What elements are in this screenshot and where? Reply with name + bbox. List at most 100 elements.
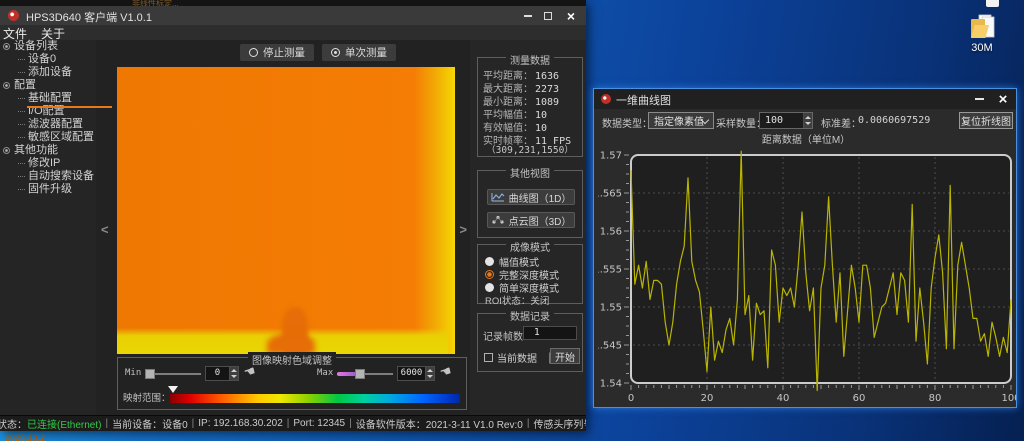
tree-item-modify-ip[interactable]: 修改IP bbox=[0, 157, 96, 170]
minimize-icon bbox=[975, 98, 984, 100]
single-measure-button[interactable]: 单次测量 bbox=[322, 44, 396, 61]
svg-text:1.55: 1.55 bbox=[600, 303, 622, 314]
status-ip: IP: 192.168.30.202 bbox=[198, 418, 283, 429]
max-hand-icon[interactable]: ☚ bbox=[438, 363, 454, 382]
tree-line bbox=[18, 189, 25, 190]
curve-view-label: 曲线图（1D） bbox=[509, 190, 572, 205]
folder-icon bbox=[966, 14, 998, 41]
max-value: 6000 bbox=[398, 367, 425, 380]
tree-item-firmware-upgrade[interactable]: 固件升级 bbox=[0, 183, 96, 196]
menu-bar: 文件 关于 bbox=[0, 25, 586, 40]
tree-item-label: 其他功能 bbox=[14, 144, 58, 157]
curve-view-button[interactable]: 曲线图（1D） bbox=[487, 189, 575, 205]
min-slider-handle[interactable] bbox=[145, 369, 155, 379]
svg-text:40: 40 bbox=[777, 393, 790, 404]
status-separator: | bbox=[192, 418, 195, 429]
roi-status: ROI状态：关闭 bbox=[485, 293, 549, 307]
point-cloud-button[interactable]: 点云图（3D） bbox=[487, 212, 575, 228]
svg-text:1.54: 1.54 bbox=[600, 379, 622, 390]
desktop-icon-30m[interactable]: 30M bbox=[958, 14, 1006, 54]
svg-text:1.56: 1.56 bbox=[600, 227, 622, 238]
tree-expand-icon[interactable] bbox=[3, 43, 10, 50]
tree-item-config[interactable]: 配置 bbox=[0, 79, 96, 92]
colormap-title: 图像映射色域调整 bbox=[248, 352, 336, 367]
tree-item-other-functions[interactable]: 其他功能 bbox=[0, 144, 96, 157]
min-value-spinbox[interactable]: 0 bbox=[205, 366, 239, 381]
imaging-mode-groupbox: 成像模式 幅值模式 完整深度模式 简单深度模式 ROI状态：关闭 bbox=[477, 244, 583, 304]
sample-count-spinbox[interactable]: 100 bbox=[759, 112, 813, 129]
colormap-marker[interactable] bbox=[168, 386, 178, 393]
curve-close-button[interactable]: × bbox=[994, 91, 1012, 107]
curve-window-titlebar[interactable]: 一维曲线图 × bbox=[594, 89, 1016, 109]
status-separator: | bbox=[287, 418, 290, 429]
svg-text:0: 0 bbox=[628, 393, 634, 404]
tree-item-filter-config[interactable]: 滤波器配置 bbox=[0, 118, 96, 131]
tree-line bbox=[18, 163, 25, 164]
max-label: Max bbox=[317, 368, 333, 378]
svg-text:1.565: 1.565 bbox=[598, 189, 622, 200]
prev-view-arrow[interactable]: < bbox=[101, 222, 109, 237]
measure-rows: 平均距离： 1636 最大距离： 2273 最小距离： 1089 平均幅值： 1… bbox=[483, 70, 580, 148]
tree-item-basic-config[interactable]: 基础配置 bbox=[0, 92, 96, 105]
data-type-label: 数据类型： bbox=[602, 115, 652, 130]
sample-spin-arrows[interactable] bbox=[803, 113, 812, 128]
tree-item-auto-search[interactable]: 自动搜索设备 bbox=[0, 170, 96, 183]
next-view-arrow[interactable]: > bbox=[459, 222, 467, 237]
max-spin-arrows[interactable] bbox=[425, 367, 434, 380]
start-record-button[interactable]: 开始 bbox=[550, 348, 580, 364]
tree-item-roi-config[interactable]: 敏感区域配置 bbox=[0, 131, 96, 144]
app-titlebar[interactable]: HPS3D640 客户端 V1.0.1 × bbox=[0, 6, 586, 25]
max-value-spinbox[interactable]: 6000 bbox=[397, 366, 435, 381]
tree-expand-icon[interactable] bbox=[3, 147, 10, 154]
current-data-checkbox[interactable] bbox=[484, 353, 493, 362]
max-slider-handle[interactable] bbox=[355, 369, 365, 379]
tree-item-label: 敏感区域配置 bbox=[28, 131, 94, 144]
app-title: HPS3D640 客户端 V1.0.1 bbox=[26, 9, 152, 25]
status-separator: | bbox=[527, 418, 530, 429]
status-current-device: 当前设备：设备0 bbox=[112, 416, 188, 431]
tree-item-device-list[interactable]: 设备列表 bbox=[0, 40, 96, 53]
tree-item-add-device[interactable]: 添加设备 bbox=[0, 66, 96, 79]
tree-item-device-0[interactable]: 设备0 bbox=[0, 53, 96, 66]
tree-line bbox=[18, 98, 25, 99]
min-label: Min bbox=[125, 368, 141, 378]
status-separator: | bbox=[105, 418, 108, 429]
curve-minimize-button[interactable] bbox=[970, 91, 988, 107]
min-slider[interactable] bbox=[145, 368, 201, 380]
tree-expand-icon[interactable] bbox=[3, 82, 10, 89]
point-cloud-icon bbox=[491, 215, 505, 225]
radio-icon bbox=[485, 283, 494, 292]
maximize-button[interactable] bbox=[540, 8, 556, 23]
tree-item-label: 设备0 bbox=[28, 53, 56, 66]
connection-status: 已连接(Ethernet) bbox=[27, 416, 101, 431]
tree-item-label: 配置 bbox=[14, 79, 36, 92]
max-slider[interactable] bbox=[337, 368, 393, 380]
selected-item-underline bbox=[27, 106, 112, 108]
single-measure-label: 单次测量 bbox=[345, 45, 387, 60]
single-measure-icon bbox=[331, 48, 340, 57]
frames-input[interactable]: 1 bbox=[523, 326, 577, 340]
tree-line bbox=[18, 72, 25, 73]
app-logo-icon bbox=[8, 10, 19, 21]
tree-line bbox=[18, 59, 25, 60]
data-type-dropdown[interactable]: 指定像素值 bbox=[648, 112, 714, 129]
tree-item-label: 滤波器配置 bbox=[28, 118, 83, 131]
colormap-gradient[interactable] bbox=[170, 394, 460, 403]
data-type-value: 指定像素值 bbox=[654, 113, 704, 128]
reset-chart-button[interactable]: 复位折线图 bbox=[959, 112, 1013, 129]
tree-line bbox=[18, 111, 25, 112]
distance-line-chart[interactable]: 0204060801001.541.5451.551.5551.561.5651… bbox=[598, 143, 1016, 409]
min-spin-arrows[interactable] bbox=[229, 367, 238, 380]
point-cloud-label: 点云图（3D） bbox=[509, 213, 572, 228]
measure-row-avg-amplitude: 平均幅值： 10 bbox=[483, 109, 580, 122]
depth-image[interactable] bbox=[117, 67, 455, 354]
close-button[interactable]: × bbox=[563, 8, 579, 23]
std-dev-value: 0.0060697529 bbox=[858, 115, 930, 126]
image-viewer: 停止测量 单次测量 < > 图像映射色域调整 Min bbox=[96, 40, 470, 415]
minimize-button[interactable] bbox=[520, 8, 536, 23]
status-port: Port: 12345 bbox=[293, 418, 345, 429]
svg-text:1.545: 1.545 bbox=[598, 341, 622, 352]
partial-desktop-icon[interactable] bbox=[986, 0, 999, 7]
screen: 2020.10.2 30M 非线性标定... HPS3D640 客户端 V1.0… bbox=[0, 0, 1024, 441]
stop-measure-button[interactable]: 停止测量 bbox=[240, 44, 314, 61]
